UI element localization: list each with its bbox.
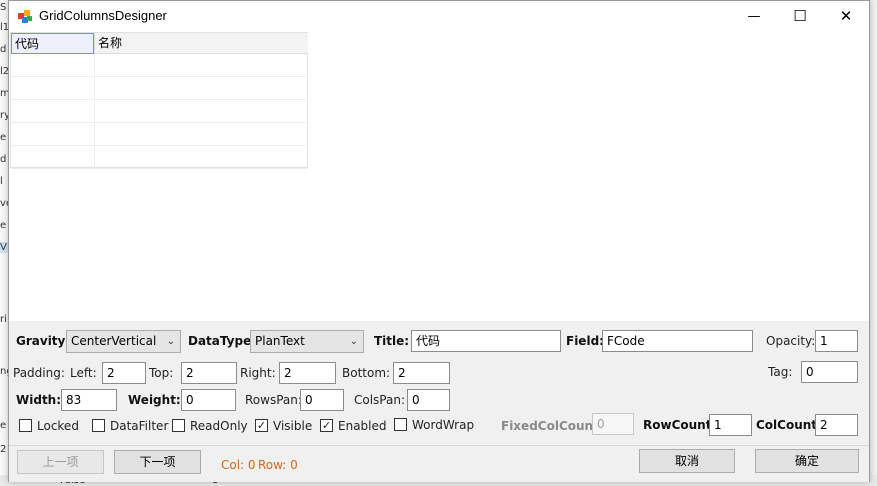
grid-cell-divider: [94, 123, 95, 145]
weight-label: Weight:: [128, 393, 181, 407]
cancel-button[interactable]: 取消: [639, 449, 735, 473]
grid-columns-designer-window: GridColumnsDesigner — ☐ ✕ 代码 名称 Gravity:…: [8, 0, 870, 482]
grid-header-name[interactable]: 名称: [94, 33, 308, 54]
padding-top-input[interactable]: 2: [181, 362, 237, 384]
rowspan-label: RowsPan:: [245, 393, 302, 407]
locked-label: Locked: [37, 419, 79, 433]
fixedcolcount-input[interactable]: 0: [592, 413, 634, 435]
colcount-input[interactable]: 2: [815, 414, 858, 436]
width-input[interactable]: 83: [61, 389, 117, 411]
field-input[interactable]: FCode: [602, 330, 753, 352]
padding-right-input[interactable]: 2: [279, 362, 336, 384]
gravity-select-value: CenterVertical: [71, 334, 157, 348]
status-row: Row: 0: [258, 458, 298, 472]
padding-top-label: Top:: [149, 366, 174, 380]
padding-bottom-label: Bottom:: [342, 366, 391, 380]
status-col: Col: 0: [221, 458, 256, 472]
grid-row[interactable]: [11, 100, 308, 123]
close-icon: ✕: [839, 7, 853, 25]
enabled-checkbox[interactable]: ✓: [320, 419, 333, 432]
fixedcolcount-label: FixedColCount:: [501, 419, 604, 433]
maximize-button[interactable]: ☐: [777, 1, 823, 31]
wordwrap-label: WordWrap: [412, 418, 475, 432]
rowcount-label: RowCount:: [643, 418, 717, 432]
title-input[interactable]: 代码: [411, 330, 561, 352]
colcount-label: ColCount:: [756, 418, 822, 432]
grid-row[interactable]: [11, 146, 308, 169]
dialog-footer: 上一项 下一项 Col: 0 Row: 0 取消 确定: [9, 445, 869, 482]
maximize-icon: ☐: [793, 7, 807, 25]
grid-cell-divider: [94, 77, 95, 99]
grid-cell-divider: [94, 146, 95, 168]
visible-label: Visible: [273, 419, 313, 433]
opacity-input[interactable]: 1: [815, 330, 858, 352]
previous-button[interactable]: 上一项: [17, 450, 104, 474]
colspan-input[interactable]: 0: [407, 389, 450, 411]
close-button[interactable]: ✕: [823, 1, 869, 31]
datatype-label: DataType:: [188, 334, 257, 348]
weight-input[interactable]: 0: [181, 389, 236, 411]
grid-cell-divider: [94, 100, 95, 122]
minimize-button[interactable]: —: [731, 1, 777, 31]
chevron-down-icon: ⌄: [166, 336, 175, 347]
padding-right-label: Right:: [240, 366, 276, 380]
gravity-select[interactable]: CenterVertical ⌄: [66, 330, 181, 353]
opacity-label: Opacity:: [766, 334, 816, 348]
datafilter-checkbox[interactable]: [92, 419, 105, 432]
width-label: Width:: [16, 393, 62, 407]
rowspan-input[interactable]: 0: [300, 389, 344, 411]
padding-bottom-input[interactable]: 2: [393, 362, 450, 384]
chevron-down-icon: ⌄: [349, 336, 358, 347]
rowcount-input[interactable]: 1: [709, 414, 752, 436]
title-bar: GridColumnsDesigner — ☐ ✕: [9, 1, 869, 31]
grid-header-code[interactable]: 代码: [11, 33, 94, 54]
padding-left-input[interactable]: 2: [102, 362, 146, 384]
app-icon: [18, 10, 32, 23]
title-label: Title:: [374, 334, 410, 348]
next-button[interactable]: 下一项: [114, 450, 201, 474]
ok-button[interactable]: 确定: [755, 449, 859, 473]
grid-row[interactable]: [11, 77, 308, 100]
column-properties-panel: Gravity: CenterVertical ⌄ DataType: Plan…: [9, 321, 869, 445]
colspan-label: ColsPan:: [354, 393, 406, 407]
datatype-select[interactable]: PlanText ⌄: [250, 330, 364, 353]
field-label: Field:: [566, 334, 604, 348]
readonly-label: ReadOnly: [190, 419, 248, 433]
window-title: GridColumnsDesigner: [39, 8, 167, 23]
tag-input[interactable]: 0: [801, 361, 858, 383]
grid-row[interactable]: [11, 54, 308, 77]
minimize-icon: —: [747, 8, 761, 24]
visible-checkbox[interactable]: ✓: [255, 419, 268, 432]
padding-label: Padding:: [13, 366, 65, 380]
tag-label: Tag:: [768, 365, 793, 379]
padding-left-label: Left:: [70, 366, 97, 380]
datatype-select-value: PlanText: [255, 334, 305, 348]
columns-grid[interactable]: 代码 名称: [10, 32, 308, 169]
datafilter-label: DataFilter: [110, 419, 169, 433]
gravity-label: Gravity:: [16, 334, 71, 348]
locked-checkbox[interactable]: [19, 419, 32, 432]
grid-cell-divider: [94, 54, 95, 76]
grid-row[interactable]: [11, 123, 308, 146]
readonly-checkbox[interactable]: [172, 419, 185, 432]
wordwrap-checkbox[interactable]: [394, 418, 407, 431]
enabled-label: Enabled: [338, 419, 387, 433]
